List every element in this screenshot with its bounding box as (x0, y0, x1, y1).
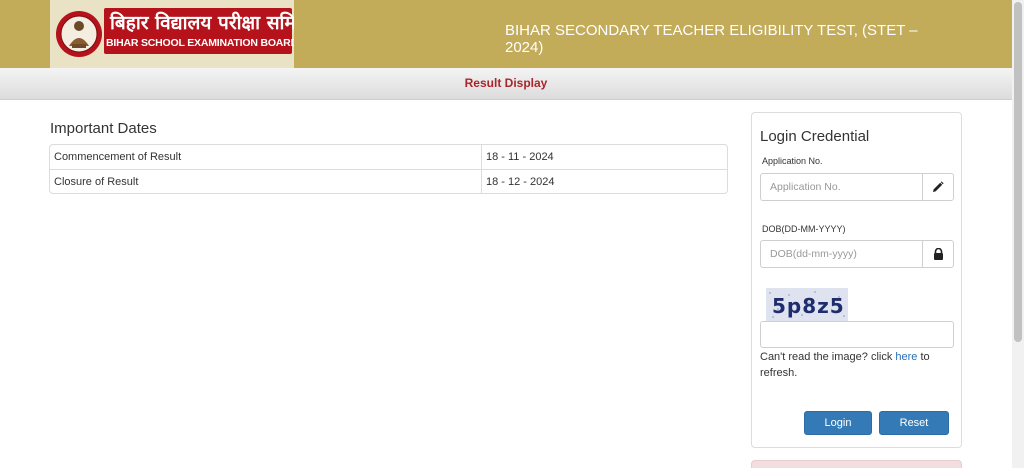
date-label: Commencement of Result (50, 145, 482, 169)
dob-input[interactable] (760, 240, 922, 268)
login-panel: Login Credential Application No. DOB(DD-… (751, 112, 962, 448)
captcha-text: 5p8z5 (772, 294, 845, 318)
date-value: 18 - 11 - 2024 (486, 151, 554, 163)
captcha-image: 5p8z5 (766, 288, 848, 321)
application-number-input[interactable] (760, 173, 922, 201)
reset-button[interactable]: Reset (879, 411, 949, 435)
logo-hindi-text: बिहार विद्यालय परीक्षा समिति (110, 12, 294, 34)
important-dates-title: Important Dates (50, 120, 157, 137)
exam-title: BIHAR SECONDARY TEACHER ELIGIBILITY TEST… (505, 22, 918, 56)
login-title: Login Credential (760, 128, 870, 145)
important-dates-table: Commencement of Result 18 - 11 - 2024 Cl… (49, 144, 728, 194)
captcha-refresh-link[interactable]: here (895, 351, 917, 363)
dob-group (760, 240, 954, 268)
date-label: Closure of Result (50, 170, 482, 193)
captcha-input[interactable] (760, 321, 954, 348)
application-number-label: Application No. (762, 156, 823, 166)
table-row: Closure of Result 18 - 12 - 2024 (50, 169, 727, 193)
date-value: 18 - 12 - 2024 (486, 176, 555, 188)
site-header: बिहार विद्यालय परीक्षा समिति BIHAR SCHOO… (0, 0, 1012, 68)
bseb-logo: बिहार विद्यालय परीक्षा समिति BIHAR SCHOO… (50, 0, 294, 68)
scrollbar-thumb[interactable] (1014, 2, 1022, 342)
page-title: Result Display (464, 76, 548, 90)
captcha-refresh-text: Can't read the image? click here to refr… (760, 349, 950, 381)
application-number-group (760, 173, 954, 201)
table-row: Commencement of Result 18 - 11 - 2024 (50, 145, 727, 169)
lock-icon (922, 240, 954, 268)
alert-box (751, 460, 962, 468)
sub-header-bar: Result Display (0, 68, 1012, 100)
vertical-scrollbar[interactable] (1012, 0, 1024, 468)
emblem-seal-icon (56, 11, 102, 57)
dob-label: DOB(DD-MM-YYYY) (762, 224, 846, 234)
login-button[interactable]: Login (804, 411, 872, 435)
logo-english-text: BIHAR SCHOOL EXAMINATION BOARD (106, 37, 294, 49)
refresh-prefix: Can't read the image? click (760, 351, 896, 363)
pencil-icon (922, 173, 954, 201)
